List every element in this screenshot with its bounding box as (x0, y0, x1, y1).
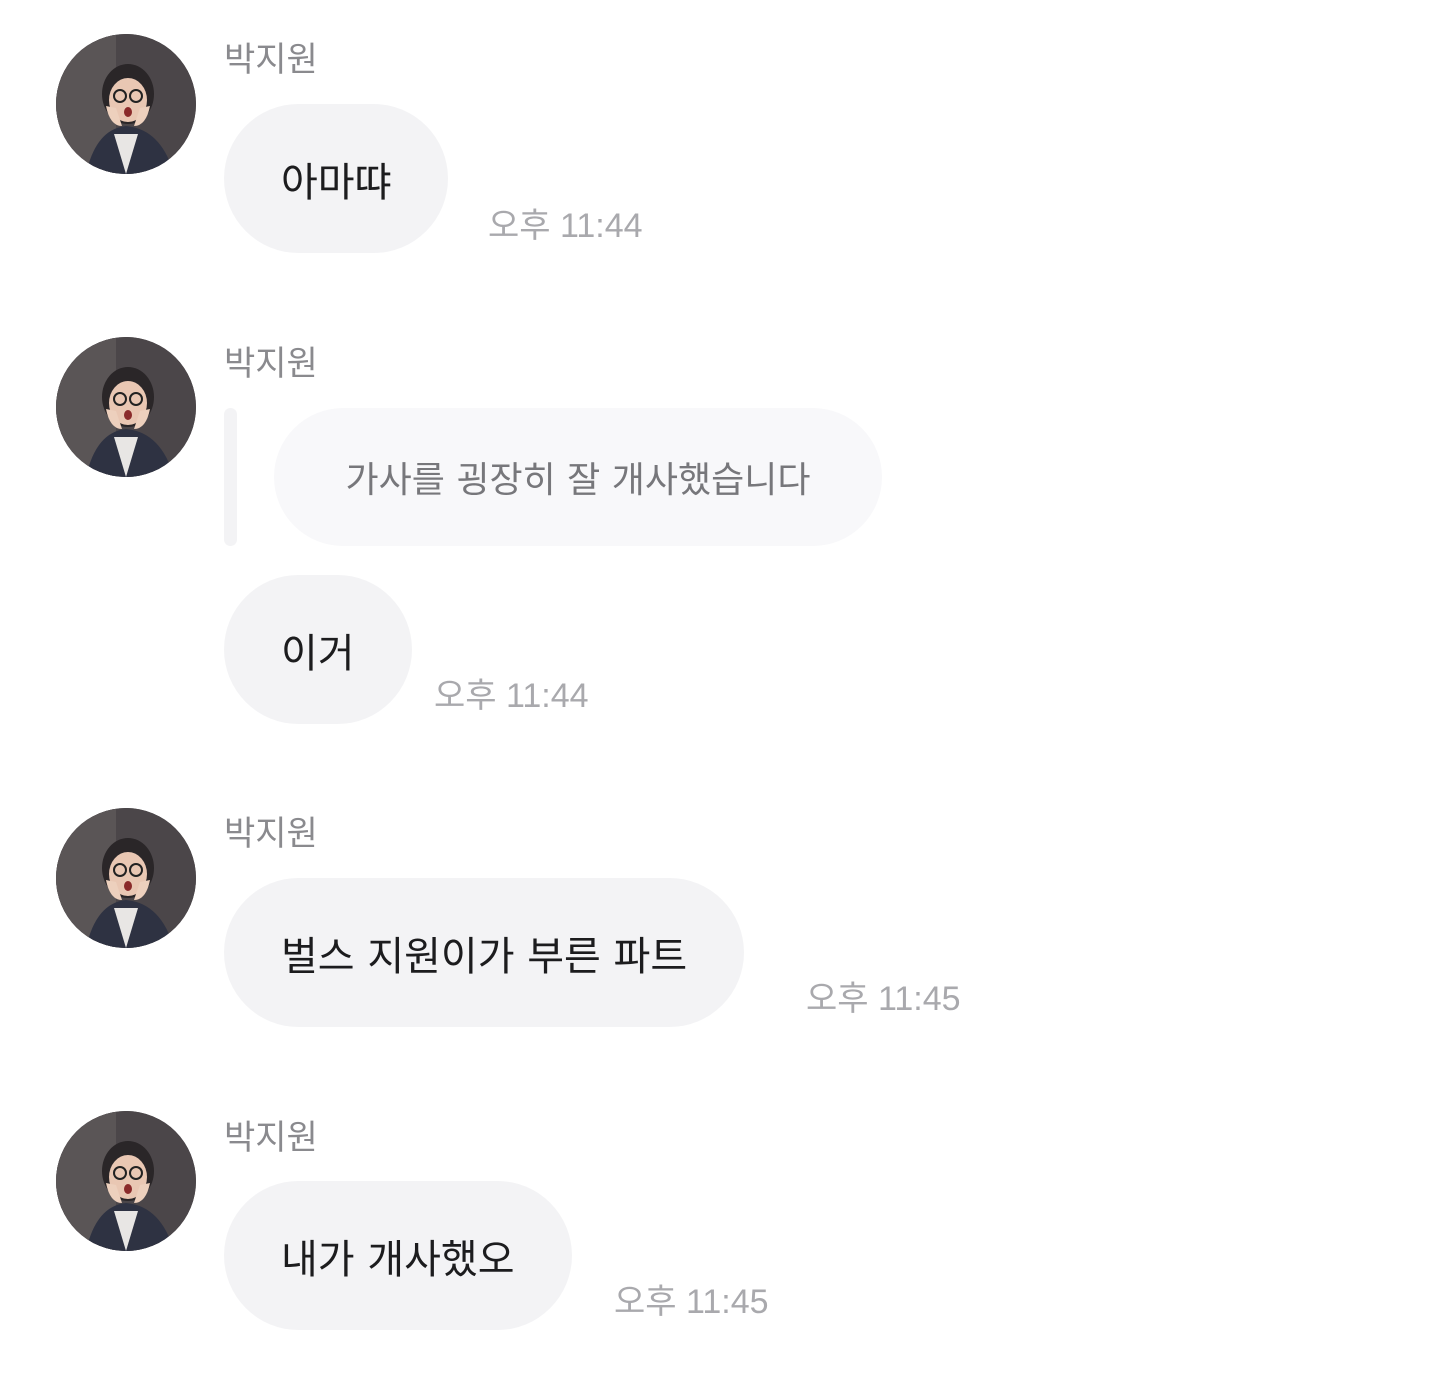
avatar[interactable] (56, 808, 196, 948)
message-time: 오후 11:44 (434, 677, 589, 715)
sender-name: 박지원 (224, 814, 318, 854)
avatar[interactable] (56, 337, 196, 477)
sender-name: 박지원 (224, 344, 318, 384)
avatar[interactable] (56, 1111, 196, 1251)
message-time: 오후 11:45 (806, 980, 961, 1018)
message-bubble[interactable]: 아마땨 (224, 104, 449, 253)
reply-indicator-bar (224, 408, 237, 546)
message-bubble[interactable]: 내가 개사했오 (224, 1181, 572, 1330)
message-time: 오후 11:44 (488, 207, 643, 245)
sender-name: 박지원 (224, 1118, 318, 1158)
message-bubble[interactable]: 벌스 지원이가 부른 파트 (224, 878, 745, 1027)
message-time: 오후 11:45 (614, 1283, 769, 1321)
sender-name: 박지원 (224, 40, 318, 80)
message-bubble[interactable]: 이거 (224, 575, 412, 724)
reply-quote-bubble[interactable]: 가사를 굉장히 잘 개사했습니다 (274, 408, 882, 546)
avatar[interactable] (56, 34, 196, 174)
